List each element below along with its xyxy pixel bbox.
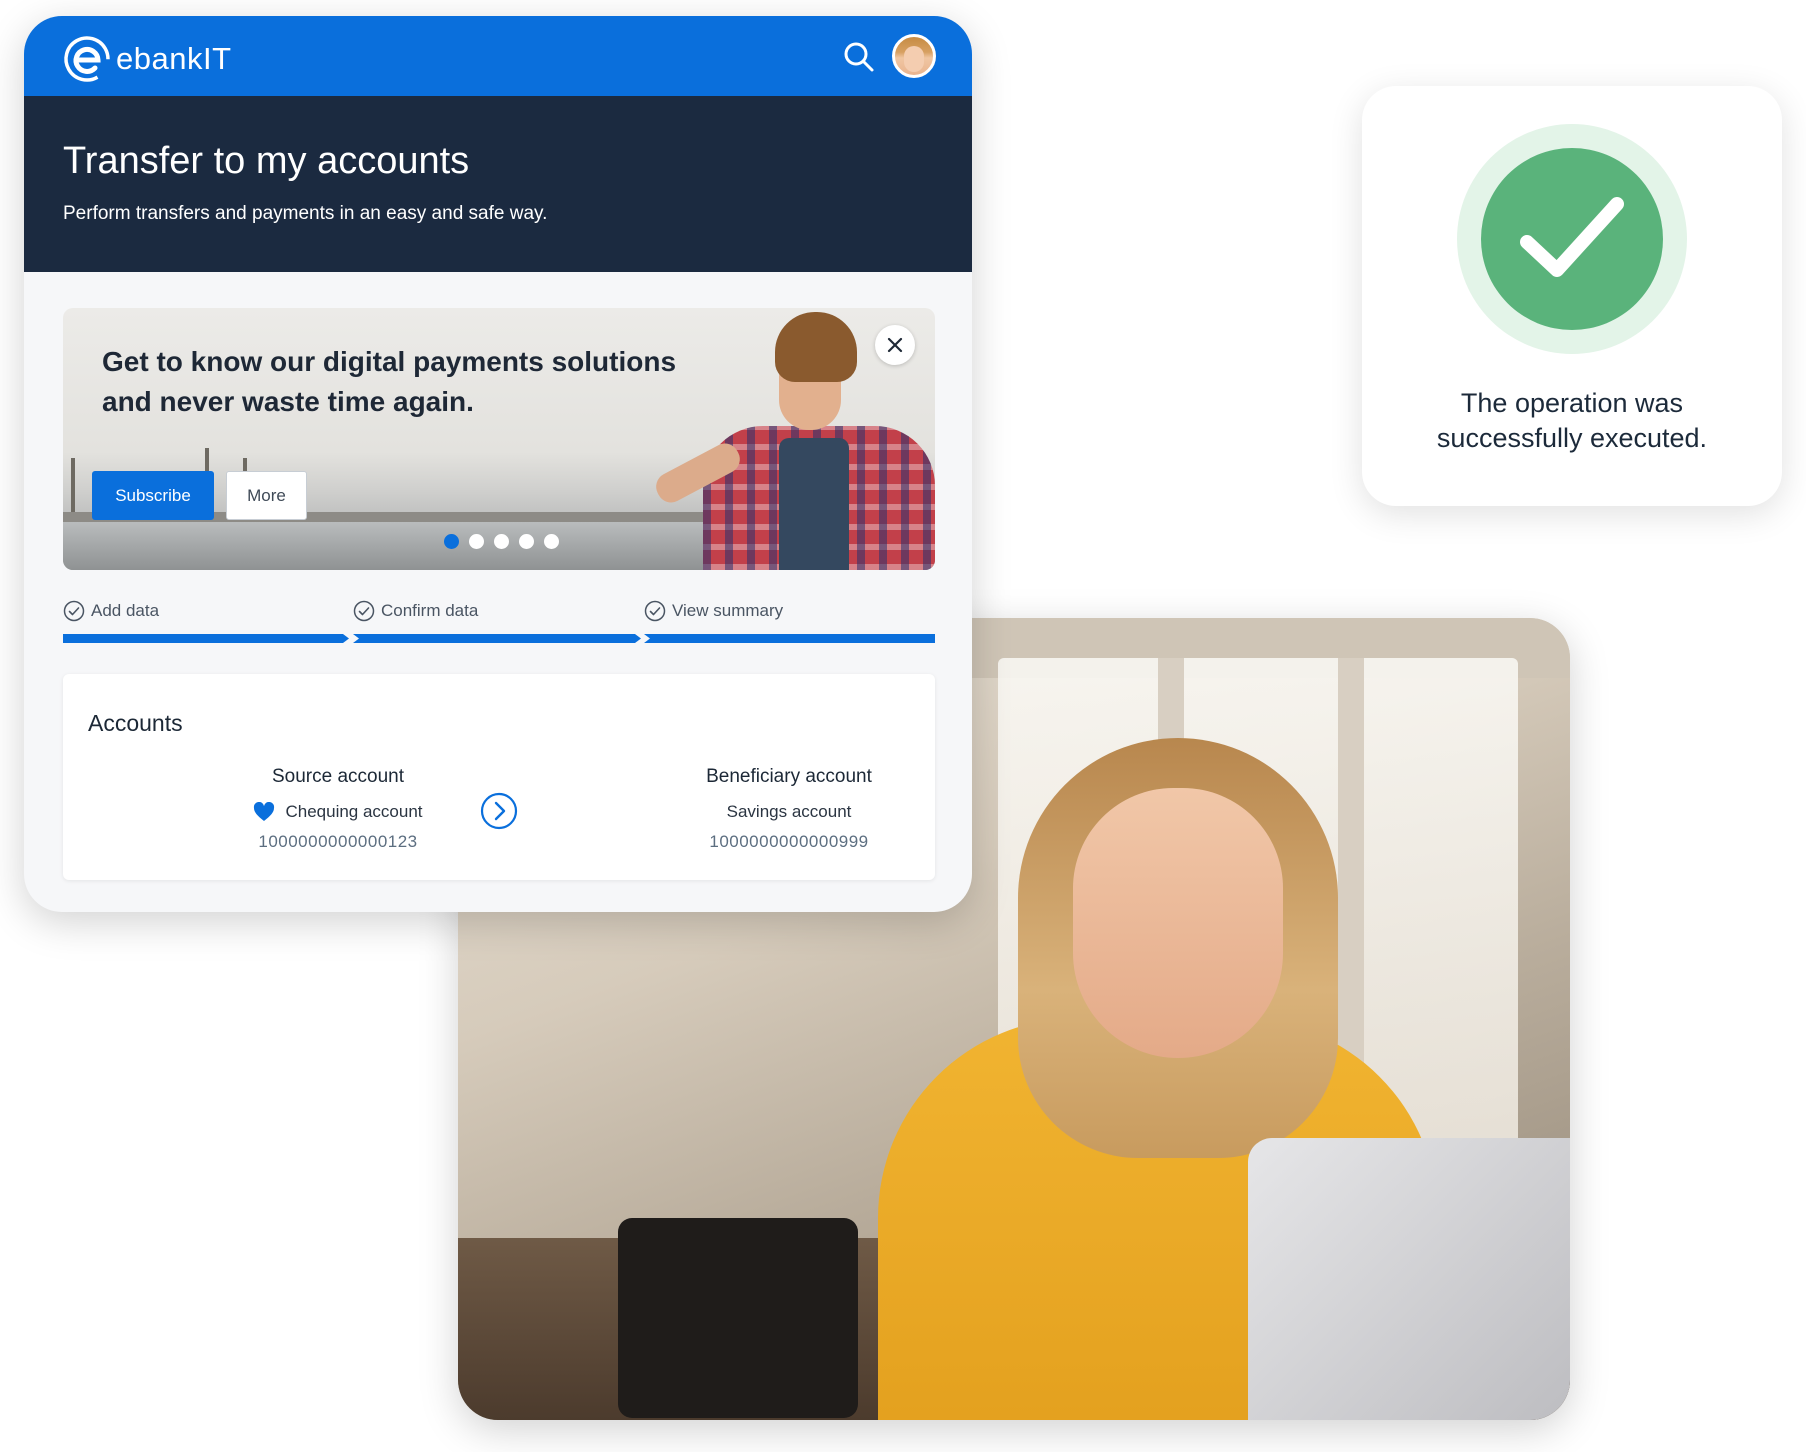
brand-logo[interactable]: ebankIT (62, 34, 232, 84)
check-circle-icon (63, 600, 85, 622)
check-circle-icon (644, 600, 666, 622)
brand-name: ebankIT (116, 41, 232, 76)
photo-chair (618, 1218, 858, 1418)
photo-laptop (1248, 1138, 1570, 1420)
carousel-dot[interactable] (494, 534, 509, 549)
beneficiary-account[interactable]: Beneficiary account Savings account 1000… (639, 766, 939, 852)
banner-headline-line1: Get to know our digital payments solutio… (102, 346, 677, 377)
check-circle-icon (353, 600, 375, 622)
success-message-line1: The operation was (1460, 388, 1684, 418)
step-view-summary: View summary (644, 600, 783, 622)
subscribe-button[interactable]: Subscribe (92, 471, 214, 520)
step-confirm-data: Confirm data (353, 600, 478, 622)
accounts-title: Accounts (88, 710, 183, 736)
page-subtitle: Perform transfers and payments in an eas… (63, 203, 548, 224)
user-avatar[interactable] (892, 34, 936, 78)
step-label: Add data (91, 601, 160, 620)
step-progress-bar (644, 634, 935, 643)
search-icon[interactable] (842, 40, 876, 74)
source-account-label: Source account (271, 766, 405, 787)
success-card: The operation was successfully executed. (1362, 86, 1782, 506)
carousel-dot[interactable] (519, 534, 534, 549)
beneficiary-account-number: 1000000000000999 (709, 832, 869, 851)
chevron-right-icon[interactable] (480, 792, 518, 830)
ebankit-logo-icon (62, 34, 112, 84)
banner-headline-line2: and never waste time again. (102, 386, 474, 417)
step-label: View summary (672, 601, 784, 620)
close-icon[interactable] (875, 325, 915, 365)
banner-palm-tree (71, 458, 75, 518)
step-add-data: Add data (63, 600, 159, 622)
step-progress-bar (353, 634, 641, 643)
carousel-dot[interactable] (444, 534, 459, 549)
source-account-name-row: Chequing account (188, 802, 488, 822)
step-label: Confirm data (381, 601, 479, 620)
step-progress-bar (63, 634, 349, 643)
beneficiary-account-name-row: Savings account (639, 802, 939, 822)
promo-banner: Get to know our digital payments solutio… (63, 308, 935, 570)
transfer-app-window: ebankIT Transfer to my accounts Perform … (24, 16, 972, 912)
banner-man-hair (775, 312, 857, 382)
photo-face (1073, 788, 1283, 1058)
success-message: The operation was successfully executed. (1362, 386, 1782, 456)
page-title: Transfer to my accounts (63, 140, 470, 182)
source-account-name: Chequing account (285, 802, 423, 821)
accounts-card: Accounts Source account Chequing account… (63, 674, 935, 880)
banner-headline: Get to know our digital payments solutio… (102, 342, 676, 422)
top-bar: ebankIT (24, 16, 972, 96)
progress-stepper: Add data Confirm data View summary (63, 600, 935, 643)
success-message-line2: successfully executed. (1436, 423, 1708, 453)
carousel-dot[interactable] (469, 534, 484, 549)
heart-icon (254, 802, 275, 821)
beneficiary-account-name: Savings account (726, 802, 852, 821)
success-ring (1457, 124, 1687, 354)
avatar-face (904, 46, 924, 72)
source-account[interactable]: Source account Chequing account 10000000… (188, 766, 488, 852)
carousel-dots (444, 534, 559, 549)
banner-man-tee (779, 438, 849, 570)
source-account-number: 1000000000000123 (258, 832, 418, 851)
carousel-dot[interactable] (544, 534, 559, 549)
more-button[interactable]: More (226, 471, 307, 520)
beneficiary-account-label: Beneficiary account (706, 766, 872, 787)
page-hero: Transfer to my accounts Perform transfer… (24, 96, 972, 272)
success-checkmark-icon (1481, 148, 1663, 330)
